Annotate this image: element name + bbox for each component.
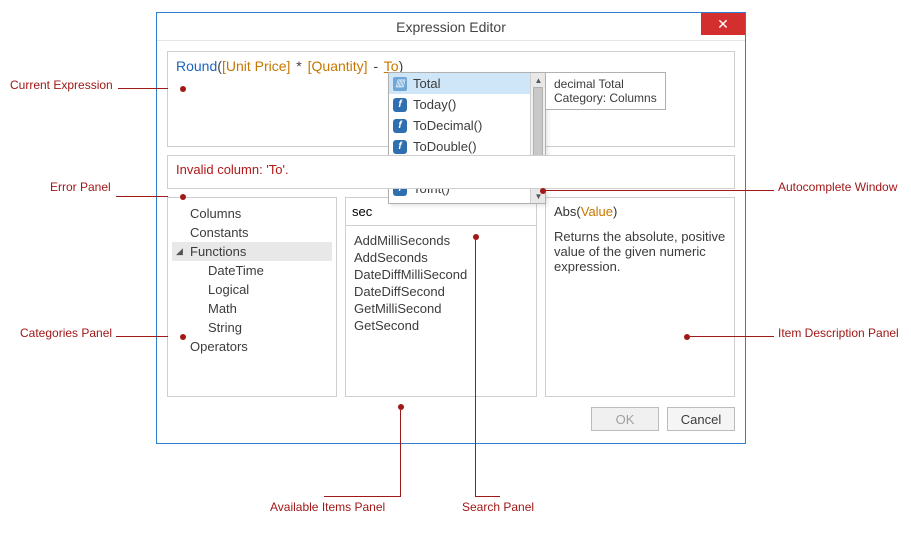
- browser-section: ColumnsConstantsFunctions◢DateTimeLogica…: [167, 197, 735, 397]
- available-item[interactable]: AddMilliSeconds: [354, 232, 528, 249]
- category-item[interactable]: Math: [172, 299, 332, 318]
- expr-token-op1: *: [294, 58, 303, 74]
- ann-item-description: Item Description Panel: [778, 326, 899, 340]
- available-item[interactable]: GetMilliSecond: [354, 300, 528, 317]
- available-item[interactable]: AddSeconds: [354, 249, 528, 266]
- window-title: Expression Editor: [396, 19, 506, 35]
- expr-token-fn: Round: [176, 58, 217, 74]
- scroll-up-icon[interactable]: ▲: [531, 73, 545, 87]
- autocomplete-item[interactable]: f ToDecimal(): [389, 115, 545, 136]
- cancel-button[interactable]: Cancel: [667, 407, 735, 431]
- ok-button[interactable]: OK: [591, 407, 659, 431]
- ann-autocomplete: Autocomplete Window: [778, 180, 897, 194]
- autocomplete-item-label: ToLong(): [413, 202, 464, 203]
- error-text: Invalid column: 'To'.: [176, 162, 289, 177]
- available-item[interactable]: DateDiffSecond: [354, 283, 528, 300]
- sig-fn: Abs(: [554, 204, 581, 219]
- item-description-panel: Abs(Value) Returns the absolute, positiv…: [545, 197, 735, 397]
- autocomplete-tooltip: decimal Total Category: Columns: [545, 72, 666, 110]
- description-signature: Abs(Value): [554, 204, 726, 219]
- expr-token-col1: [Unit Price]: [222, 58, 290, 74]
- ann-current-expression: Current Expression: [10, 78, 113, 92]
- function-icon: f: [393, 119, 407, 133]
- function-icon: f: [393, 98, 407, 112]
- autocomplete-item-label: Today(): [413, 97, 456, 112]
- sig-close: ): [613, 204, 617, 219]
- autocomplete-item[interactable]: ▥ Total: [389, 73, 545, 94]
- expr-token-op2: -: [371, 58, 380, 74]
- titlebar: Expression Editor ✕: [157, 13, 745, 41]
- category-item[interactable]: String: [172, 318, 332, 337]
- ann-categories-panel: Categories Panel: [20, 326, 112, 340]
- category-item[interactable]: Logical: [172, 280, 332, 299]
- ann-search-panel: Search Panel: [462, 500, 534, 514]
- autocomplete-item[interactable]: f ToDouble(): [389, 136, 545, 157]
- category-item[interactable]: DateTime: [172, 261, 332, 280]
- description-text: Returns the absolute, positive value of …: [554, 229, 726, 274]
- search-input[interactable]: [352, 202, 530, 221]
- expand-icon: ◢: [176, 246, 183, 257]
- available-item[interactable]: GetSecond: [354, 317, 528, 334]
- category-item[interactable]: Columns: [172, 204, 332, 223]
- tooltip-line2: Category: Columns: [554, 91, 657, 105]
- autocomplete-item-label: ToDecimal(): [413, 118, 482, 133]
- scroll-thumb[interactable]: [533, 87, 543, 157]
- expression-panel[interactable]: Round([Unit Price] * [Quantity] - To) ▥T…: [167, 51, 735, 147]
- expression-editor-dialog: Expression Editor ✕ Round([Unit Price] *…: [156, 12, 746, 444]
- close-button[interactable]: ✕: [701, 13, 745, 35]
- function-icon: f: [393, 203, 407, 204]
- tooltip-line1: decimal Total: [554, 77, 657, 91]
- ann-available-items: Available Items Panel: [270, 500, 385, 514]
- available-items-panel[interactable]: AddMilliSecondsAddSecondsDateDiffMilliSe…: [345, 225, 537, 397]
- autocomplete-item-label: Total: [413, 76, 440, 91]
- function-icon: f: [393, 140, 407, 154]
- category-item[interactable]: Constants: [172, 223, 332, 242]
- category-item[interactable]: Functions◢: [172, 242, 332, 261]
- autocomplete-item-label: ToDouble(): [413, 139, 477, 154]
- category-item[interactable]: Operators: [172, 337, 332, 356]
- expr-token-col2: [Quantity]: [308, 58, 368, 74]
- sig-val: Value: [581, 204, 613, 219]
- column-icon: ▥: [393, 77, 407, 91]
- close-icon: ✕: [717, 16, 729, 33]
- autocomplete-item[interactable]: f Today(): [389, 94, 545, 115]
- categories-panel[interactable]: ColumnsConstantsFunctions◢DateTimeLogica…: [167, 197, 337, 397]
- scroll-down-icon[interactable]: ▼: [531, 189, 545, 203]
- error-panel: Invalid column: 'To'.: [167, 155, 735, 189]
- available-item[interactable]: DateDiffMilliSecond: [354, 266, 528, 283]
- ann-error-panel: Error Panel: [50, 180, 111, 194]
- autocomplete-item[interactable]: f ToLong(): [389, 199, 545, 203]
